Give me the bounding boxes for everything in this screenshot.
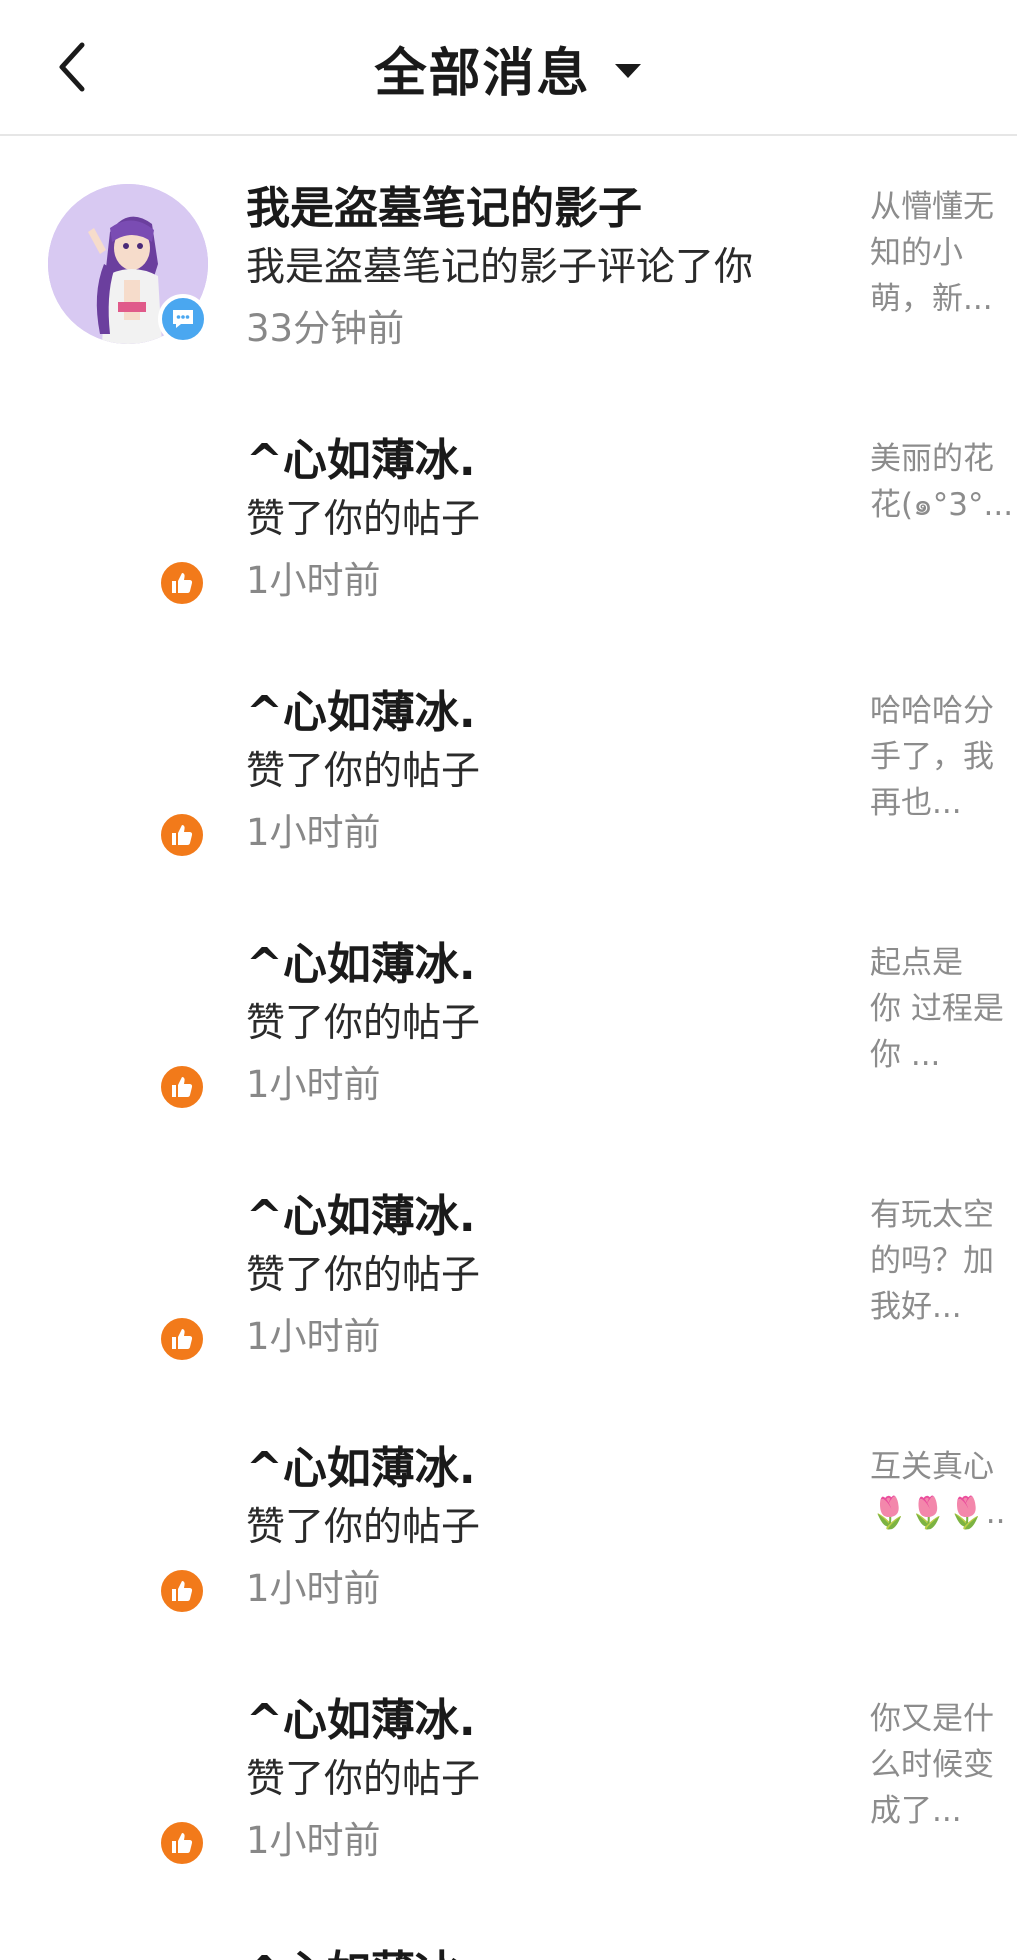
message-action: 赞了你的帖子 — [246, 1253, 481, 1298]
caret-down-icon — [614, 64, 641, 78]
post-preview[interactable]: 哈哈哈分 手了，我 再也... — [870, 688, 1015, 826]
message-time: 33分钟前 — [246, 307, 405, 350]
message-list: 我是盗墓笔记的影子 我是盗墓笔记的影子评论了你 33分钟前 从懵懂无 知的小 萌… — [0, 136, 1017, 1960]
message-time: 1小时前 — [246, 1819, 381, 1862]
message-action: 赞了你的帖子 — [246, 497, 481, 542]
message-time: 1小时前 — [246, 1567, 381, 1610]
message-time: 1小时前 — [246, 811, 381, 854]
message-action: 我是盗墓笔记的影子评论了你 — [246, 245, 754, 290]
post-preview[interactable]: 互关真心 🌷🌷🌷.. — [870, 1444, 1015, 1536]
thumbs-up-icon — [157, 558, 207, 608]
sender-name[interactable]: ^心如薄冰. — [246, 1684, 476, 1748]
message-item[interactable]: ^心如薄冰. 赞了你的帖子 1小时前 你又是什 么时候变 成了... — [0, 1648, 1017, 1900]
sender-name[interactable]: ^心如薄冰. — [246, 676, 476, 740]
message-action: 赞了你的帖子 — [246, 749, 481, 794]
message-filter-dropdown[interactable]: 全部消息 — [0, 30, 1017, 106]
message-item[interactable]: ^心如薄冰. 赞了你的帖子 1小时前 互关真心 🌷🌷🌷.. — [0, 1396, 1017, 1648]
message-time: 1小时前 — [246, 1315, 381, 1358]
message-item[interactable]: ^心如薄冰. — [0, 1900, 1017, 1960]
post-preview[interactable]: 起点是 你 过程是 你 ... — [870, 940, 1015, 1078]
message-action: 赞了你的帖子 — [246, 1757, 481, 1802]
message-item[interactable]: ^心如薄冰. 赞了你的帖子 1小时前 有玩太空 的吗？加 我好... — [0, 1144, 1017, 1396]
sender-name[interactable]: ^心如薄冰. — [246, 928, 476, 992]
comment-icon — [158, 294, 208, 344]
message-item[interactable]: ^心如薄冰. 赞了你的帖子 1小时前 哈哈哈分 手了，我 再也... — [0, 640, 1017, 892]
thumbs-up-icon — [157, 810, 207, 860]
message-time: 1小时前 — [246, 1063, 381, 1106]
message-action: 赞了你的帖子 — [246, 1505, 481, 1550]
message-action: 赞了你的帖子 — [246, 1001, 481, 1046]
sender-name[interactable]: 我是盗墓笔记的影子 — [246, 172, 642, 236]
thumbs-up-icon — [157, 1818, 207, 1868]
thumbs-up-icon — [157, 1566, 207, 1616]
post-preview[interactable]: 你又是什 么时候变 成了... — [870, 1696, 1015, 1834]
message-time: 1小时前 — [246, 559, 381, 602]
thumbs-up-icon — [157, 1314, 207, 1364]
message-item[interactable]: ^心如薄冰. 赞了你的帖子 1小时前 起点是 你 过程是 你 ... — [0, 892, 1017, 1144]
page-title: 全部消息 — [374, 43, 591, 104]
sender-name[interactable]: ^心如薄冰. — [246, 424, 476, 488]
message-item[interactable]: ^心如薄冰. 赞了你的帖子 1小时前 美丽的花 花(๑°3°... — [0, 388, 1017, 640]
sender-name[interactable]: ^心如薄冰. — [246, 1180, 476, 1244]
post-preview[interactable]: 美丽的花 花(๑°3°... — [870, 436, 1015, 528]
post-preview[interactable]: 有玩太空 的吗？加 我好... — [870, 1192, 1015, 1330]
post-preview[interactable]: 从懵懂无 知的小 萌，新... — [870, 184, 1015, 322]
app-header: 全部消息 — [0, 0, 1017, 136]
message-item[interactable]: 我是盗墓笔记的影子 我是盗墓笔记的影子评论了你 33分钟前 从懵懂无 知的小 萌… — [0, 136, 1017, 388]
thumbs-up-icon — [157, 1062, 207, 1112]
sender-name[interactable]: ^心如薄冰. — [246, 1936, 476, 1960]
sender-name[interactable]: ^心如薄冰. — [246, 1432, 476, 1496]
